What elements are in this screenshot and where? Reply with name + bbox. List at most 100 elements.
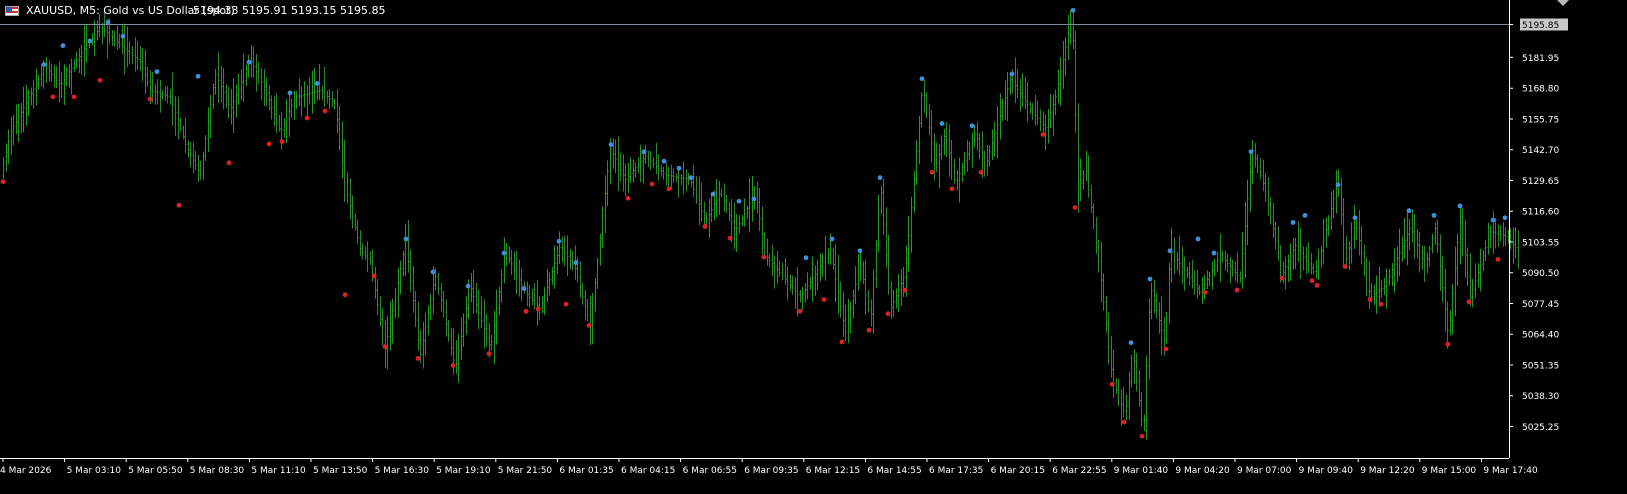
pivot-low-marker: [147, 96, 153, 102]
ohlc-bar: [483, 299, 486, 349]
ohlc-bar: [1502, 222, 1505, 247]
ohlc-bar: [834, 244, 837, 303]
ohlc-bar: [723, 183, 726, 212]
ohlc-bar: [232, 78, 235, 133]
ohlc-bar: [632, 159, 635, 183]
price-chart[interactable]: 5195.85 5181.95 5168.80 5155.75 5142.70 5129.…: [0, 0, 1627, 494]
ohlc-bar: [217, 52, 220, 103]
ohlc-bar: [940, 135, 943, 160]
pivot-markers: [0, 7, 1508, 439]
ohlc-bar: [126, 26, 129, 68]
ohlc-bar: [379, 296, 382, 327]
pivot-low-marker: [342, 292, 348, 298]
ohlc-bar: [1077, 103, 1080, 214]
ohlc-bar: [601, 206, 604, 248]
ohlc-bar: [1489, 225, 1492, 248]
ohlc-bar: [495, 289, 498, 345]
pivot-high-marker: [1352, 215, 1358, 221]
ohlc-bar: [1059, 57, 1062, 107]
ohlc-bar: [859, 251, 862, 282]
ohlc-bar: [247, 54, 250, 78]
ohlc-bar: [1418, 231, 1421, 273]
ohlc-bar: [1385, 268, 1388, 309]
ohlc-bar: [123, 23, 126, 75]
ohlc-bar: [1067, 14, 1070, 60]
chart-window[interactable]: XAUUSD, M5: Gold vs US Dollar (spot) 519…: [0, 0, 1627, 494]
pivot-high-marker: [246, 59, 252, 65]
ohlc-bar: [442, 290, 445, 318]
pivot-high-marker: [1167, 248, 1173, 254]
pivot-high-marker: [608, 142, 614, 148]
ohlc-bar: [1297, 221, 1300, 262]
ohlc-bar: [819, 253, 822, 282]
pivot-low-marker: [279, 139, 285, 145]
ohlc-bar: [510, 249, 513, 275]
ohlc-bar: [1145, 355, 1148, 440]
ohlc-bar: [164, 85, 167, 102]
ohlc-bar: [1380, 280, 1383, 298]
ohlc-bar: [533, 283, 536, 310]
ohlc-bar: [531, 288, 534, 306]
ohlc-bar: [1287, 254, 1290, 282]
ohlc-bar: [814, 265, 817, 297]
pivot-high-marker: [1009, 71, 1015, 77]
ohlc-bar: [1117, 378, 1120, 407]
ohlc-bar: [166, 86, 169, 104]
ohlc-bar: [1305, 246, 1308, 275]
ohlc-bar: [1039, 109, 1042, 132]
ohlc-bar: [655, 142, 658, 175]
ohlc-bar: [326, 90, 329, 104]
ohlc-bar: [1082, 170, 1085, 190]
ohlc-bar: [45, 56, 48, 84]
ohlc-bar: [948, 124, 951, 177]
ohlc-bar: [361, 242, 364, 260]
ohlc-bar: [915, 140, 918, 186]
ohlc-bar: [993, 121, 996, 157]
ohlc-bar: [1057, 69, 1060, 104]
ohlc-bar: [728, 201, 731, 221]
pivot-high-marker: [1128, 340, 1134, 346]
ohlc-bar: [1348, 241, 1351, 271]
triangle-down-icon[interactable]: [1557, 0, 1569, 6]
price-tick-label: 5103.55: [1522, 238, 1559, 248]
ohlc-bar: [733, 202, 736, 250]
ohlc-bar: [725, 195, 728, 213]
ohlc-bar: [1115, 378, 1118, 395]
ohlc-bar: [209, 94, 212, 139]
ohlc-bar: [885, 207, 888, 268]
ohlc-bar: [306, 84, 309, 118]
ohlc-bar: [515, 250, 518, 295]
time-tick-label: 5 Mar 03:10: [67, 466, 122, 476]
ohlc-bar: [465, 296, 468, 335]
ohlc-bar: [1514, 227, 1517, 259]
ohlc-bar: [1456, 233, 1459, 287]
ohlc-bar: [1153, 279, 1156, 314]
pivot-low-marker: [50, 94, 56, 100]
pivot-low-marker: [266, 141, 272, 147]
ohlc-bar: [1019, 78, 1022, 112]
ohlc-bar: [958, 157, 961, 203]
ohlc-bar: [111, 29, 114, 46]
pivot-high-marker: [501, 250, 507, 256]
ohlc-bar: [910, 196, 913, 253]
ohlc-bar: [1213, 258, 1216, 277]
ohlc-bar: [1441, 255, 1444, 303]
pivot-high-marker: [1290, 220, 1296, 225]
ohlc-bar: [1264, 173, 1267, 202]
ohlc-bar: [15, 104, 18, 135]
ohlc-bar: [1459, 203, 1462, 265]
ohlc-bar: [1277, 226, 1280, 261]
ohlc-bar: [1320, 245, 1323, 268]
ohlc-bar: [10, 116, 13, 155]
ohlc-bar: [1383, 277, 1386, 296]
ohlc-bar: [1345, 235, 1348, 269]
ohlc-bar: [32, 80, 35, 109]
ohlc-bar: [966, 140, 969, 172]
price-tick-label: 5038.30: [1522, 392, 1559, 402]
ohlc-bar: [746, 205, 749, 219]
ohlc-bar: [1446, 301, 1449, 349]
ohlc-bar: [1016, 68, 1019, 98]
pivot-low-marker: [761, 254, 767, 260]
ohlc-bar: [961, 162, 964, 183]
ohlc-bar: [945, 122, 948, 158]
